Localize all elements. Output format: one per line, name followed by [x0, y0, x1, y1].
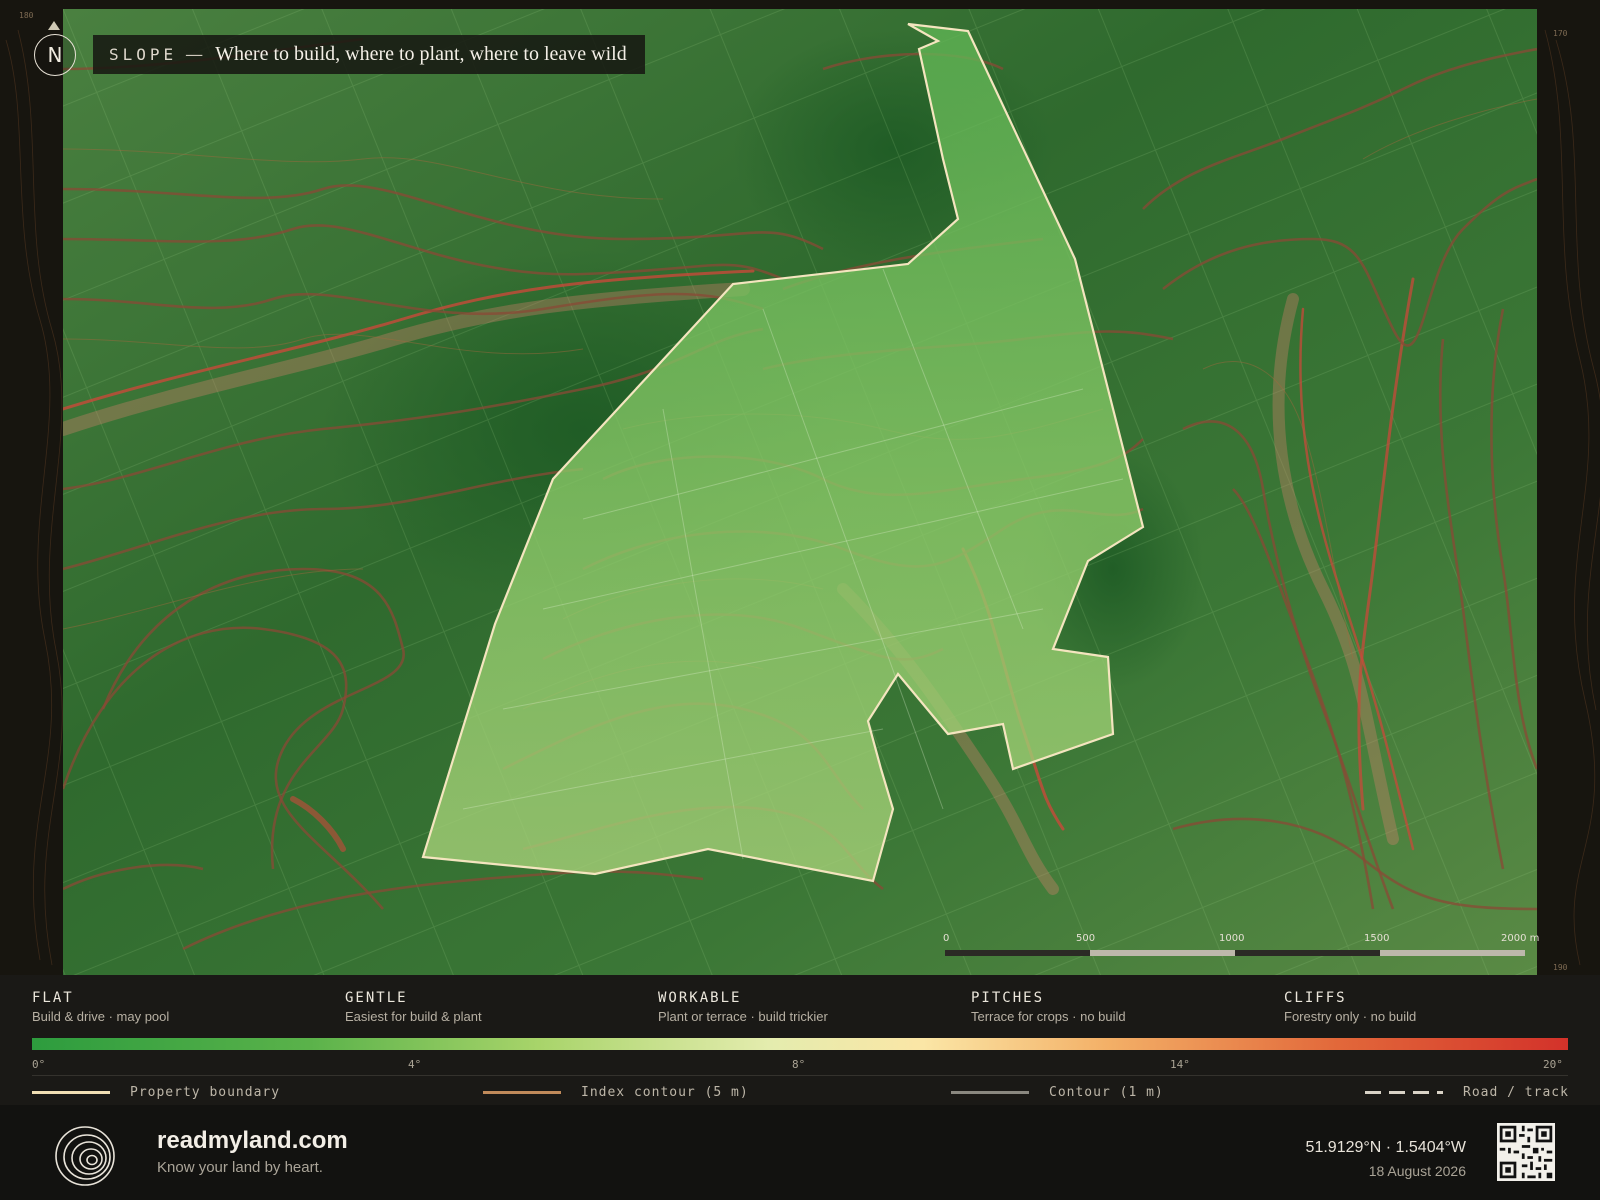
contour-swatch — [951, 1091, 1029, 1094]
edge-elevation-label: 180 — [19, 11, 34, 20]
terrain-layer — [63, 9, 1537, 975]
key-label: Index contour (5 m) — [581, 1085, 749, 1100]
class-name: WORKABLE — [658, 990, 742, 1006]
slope-tick: 14° — [1170, 1058, 1190, 1071]
footer: readmyland.com Know your land by heart. … — [0, 1105, 1600, 1200]
readmyland-logo-icon — [55, 1126, 115, 1186]
map-date: 18 August 2026 — [1368, 1163, 1466, 1179]
scale-label: 0 — [943, 933, 950, 944]
legend-class-pitches: PITCHES Terrace for crops · no build — [971, 990, 1271, 1024]
title-separator: — — [185, 44, 204, 65]
slope-tick: 8° — [792, 1058, 806, 1071]
legend-class-cliffs: CLIFFS Forestry only · no build — [1284, 990, 1584, 1024]
slope-legend: FLAT Build & drive · may pool GENTLE Eas… — [0, 975, 1600, 1105]
legend-divider — [32, 1075, 1568, 1076]
key-index-contour: Index contour (5 m) — [483, 1085, 749, 1100]
layer-name: SLOPE — [109, 45, 178, 64]
class-description: Forestry only · no build — [1284, 1009, 1417, 1024]
map-frame: 180 210 220 170 200 190 — [0, 0, 1600, 975]
north-arrow-tip — [48, 21, 60, 30]
scale-segment — [945, 950, 1090, 956]
coordinates: 51.9129°N · 1.5404°W — [1305, 1139, 1466, 1156]
slope-tick: 0° — [32, 1058, 46, 1071]
class-name: FLAT — [32, 990, 74, 1006]
key-property-boundary: Property boundary — [32, 1085, 280, 1100]
key-road-track: Road / track — [1365, 1085, 1569, 1100]
scale-label: 1500 — [1364, 933, 1390, 944]
legend-class-workable: WORKABLE Plant or terrace · build tricki… — [658, 990, 958, 1024]
scale-label: 500 — [1076, 933, 1096, 944]
class-name: CLIFFS — [1284, 990, 1347, 1006]
qr-code-icon[interactable] — [1497, 1123, 1555, 1181]
key-label: Property boundary — [130, 1085, 281, 1100]
legend-class-flat: FLAT Build & drive · may pool — [32, 990, 332, 1024]
slope-map[interactable] — [63, 9, 1537, 975]
map-subtitle: Where to build, where to plant, where to… — [215, 43, 627, 65]
class-description: Terrace for crops · no build — [971, 1009, 1126, 1024]
class-description: Easiest for build & plant — [345, 1009, 482, 1024]
boundary-line-swatch — [32, 1091, 110, 1094]
scale-label: 2000 m — [1501, 933, 1540, 944]
class-name: PITCHES — [971, 990, 1045, 1006]
scale-label: 1000 — [1219, 933, 1245, 944]
north-label: N — [47, 43, 63, 67]
key-label: Road / track — [1463, 1085, 1569, 1100]
edge-elevation-label: 170 — [1553, 29, 1568, 38]
scale-segment — [1090, 950, 1235, 956]
map-title: SLOPE — Where to build, where to plant, … — [93, 35, 645, 74]
scale-bar: 0 500 1000 1500 2000 m — [943, 933, 1539, 957]
class-name: GENTLE — [345, 990, 408, 1006]
legend-class-gentle: GENTLE Easiest for build & plant — [345, 990, 645, 1024]
brand-name[interactable]: readmyland.com — [157, 1127, 348, 1155]
edge-elevation-label: 190 — [1553, 963, 1568, 972]
slope-color-ramp — [32, 1038, 1568, 1050]
class-description: Build & drive · may pool — [32, 1009, 170, 1024]
index-contour-swatch — [483, 1091, 561, 1094]
brand-tagline: Know your land by heart. — [157, 1159, 323, 1176]
key-contour: Contour (1 m) — [951, 1085, 1164, 1100]
scale-segment — [1235, 950, 1380, 956]
slope-tick: 4° — [408, 1058, 422, 1071]
slope-tick: 20° — [1543, 1058, 1563, 1071]
north-arrow-icon: N — [34, 34, 76, 76]
road-dash-swatch — [1365, 1091, 1443, 1094]
key-label: Contour (1 m) — [1049, 1085, 1164, 1100]
scale-segment — [1380, 950, 1525, 956]
class-description: Plant or terrace · build trickier — [658, 1009, 828, 1024]
